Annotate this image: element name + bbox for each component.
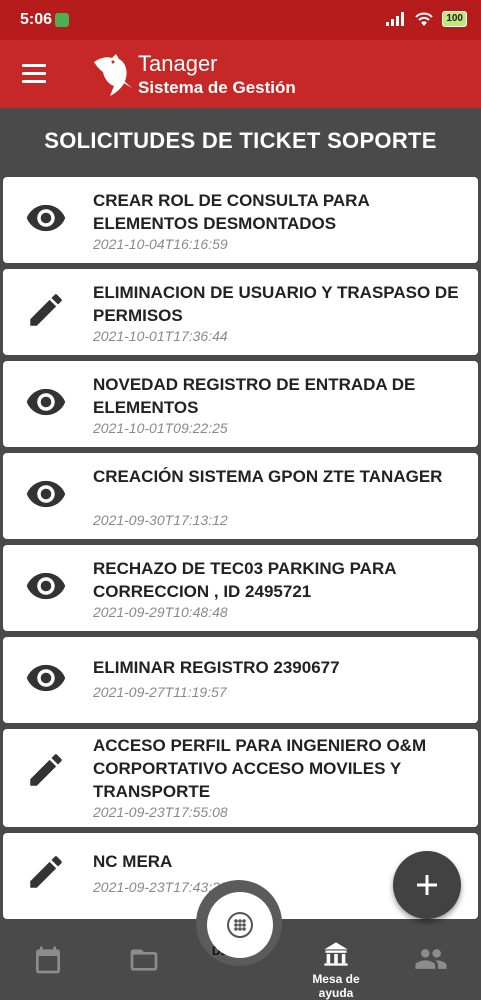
notification-app-icon (55, 13, 69, 27)
status-bar: 5:06 100 (0, 0, 481, 40)
nav-item-people[interactable] (392, 926, 472, 1000)
ticket-card[interactable]: ELIMINAR REGISTRO 2390677 2021-09-27T11:… (3, 637, 478, 723)
signal-icon (386, 12, 405, 26)
tanager-bird-logo (94, 54, 132, 96)
page-title: SOLICITUDES DE TICKET SOPORTE (44, 128, 437, 153)
ticket-date: 2021-10-04T16:16:59 (93, 236, 228, 252)
status-icons: 100 (386, 11, 467, 27)
ticket-card[interactable]: NOVEDAD REGISTRO DE ENTRADA DE ELEMENTOS… (3, 361, 478, 447)
nav-item-mesa-de-ayuda[interactable]: Mesa de ayuda (296, 926, 376, 1000)
eye-icon[interactable] (25, 565, 67, 607)
pencil-icon[interactable] (25, 289, 67, 331)
ticket-title: ELIMINACION DE USUARIO Y TRASPASO DE PER… (93, 283, 459, 325)
ticket-date: 2021-10-01T09:22:25 (93, 420, 228, 436)
ticket-card[interactable]: CREACIÓN SISTEMA GPON ZTE TANAGER 2021-0… (3, 453, 478, 539)
center-menu-button[interactable] (207, 892, 273, 958)
ticket-card[interactable]: RECHAZO DE TEC03 PARKING PARA CORRECCION… (3, 545, 478, 631)
brand-name: Tanager (138, 51, 218, 76)
building-icon (324, 942, 348, 966)
status-time: 5:06 (20, 11, 53, 28)
wifi-icon (415, 12, 434, 26)
ticket-title: ACCESO PERFIL PARA INGENIERO O&M CORPORT… (93, 736, 427, 801)
ticket-title: CREACIÓN SISTEMA GPON ZTE TANAGER (93, 467, 443, 486)
ticket-title: CREAR ROL DE CONSULTA PARA ELEMENTOS DES… (93, 191, 370, 233)
plus-icon (417, 875, 437, 895)
eye-icon[interactable] (25, 657, 67, 699)
ticket-date: 2021-09-23T17:55:08 (93, 804, 228, 820)
ticket-title: RECHAZO DE TEC03 PARKING PARA CORRECCION… (93, 559, 396, 601)
pencil-icon[interactable] (25, 749, 67, 791)
ticket-date: 2021-09-30T17:13:12 (93, 512, 228, 528)
app-bar: Tanager Sistema de Gestión (0, 40, 481, 108)
nav-label: Mesa de ayuda (312, 972, 360, 1000)
people-icon (415, 949, 447, 969)
eye-icon[interactable] (25, 197, 67, 239)
brand-subtitle: Sistema de Gestión (138, 78, 296, 97)
calendar-icon (36, 946, 60, 974)
ticket-card[interactable]: ELIMINACION DE USUARIO Y TRASPASO DE PER… (3, 269, 478, 355)
ticket-card[interactable]: ACCESO PERFIL PARA INGENIERO O&M CORPORT… (3, 729, 478, 827)
eye-icon[interactable] (25, 473, 67, 515)
eye-icon[interactable] (25, 381, 67, 423)
ticket-date: 2021-09-27T11:19:57 (93, 684, 227, 700)
ticket-date: 2021-10-01T17:36:44 (93, 328, 228, 344)
ticket-title: ELIMINAR REGISTRO 2390677 (93, 658, 340, 677)
nav-item-folder[interactable] (104, 926, 184, 1000)
folder-icon (130, 949, 158, 971)
nav-item-calendar[interactable] (8, 926, 88, 1000)
add-ticket-button[interactable] (393, 851, 461, 919)
menu-icon[interactable] (22, 64, 46, 84)
ticket-date: 2021-09-29T10:48:48 (93, 604, 228, 620)
pencil-icon[interactable] (25, 851, 67, 893)
grid-dots-icon (227, 912, 253, 938)
ticket-title: NOVEDAD REGISTRO DE ENTRADA DE ELEMENTOS (93, 375, 416, 417)
battery-icon: 100 (442, 11, 467, 27)
ticket-card[interactable]: CREAR ROL DE CONSULTA PARA ELEMENTOS DES… (3, 177, 478, 263)
